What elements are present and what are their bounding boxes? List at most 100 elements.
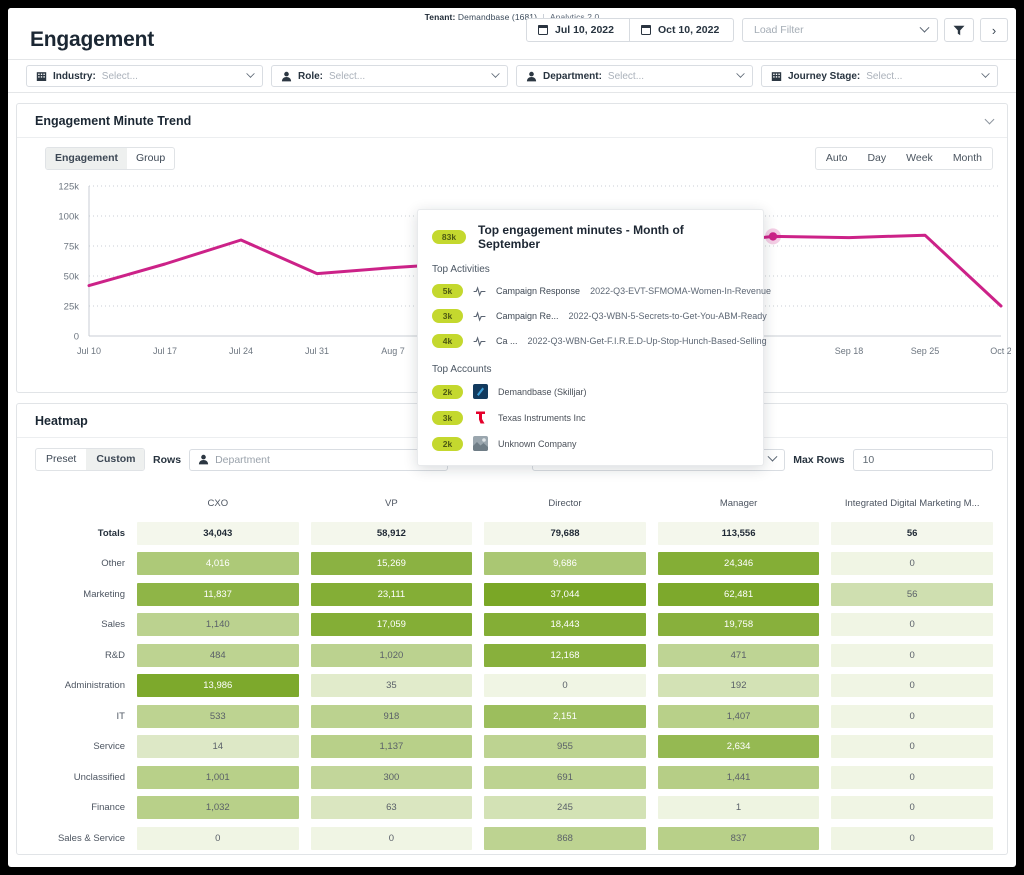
tooltip-total-pill: 83k: [432, 230, 466, 244]
tooltip-activity-row[interactable]: 4k Ca ... 2022-Q3-WBN-Get-F.I.R.E.D-Up-S…: [432, 334, 749, 348]
activity-name: Campaign Response: [496, 286, 580, 296]
heatmap-cell[interactable]: 533: [137, 705, 299, 728]
heatmap-cell[interactable]: 35: [311, 674, 473, 697]
tab-day[interactable]: Day: [857, 148, 896, 169]
heatmap-cell[interactable]: 24,346: [658, 552, 820, 575]
rows-select[interactable]: Department: [189, 449, 448, 471]
collapse-chevron-icon[interactable]: [985, 115, 995, 125]
heatmap-cell[interactable]: 0: [831, 552, 993, 575]
heatmap-row-label: Totals: [27, 528, 137, 539]
heatmap-cell[interactable]: 918: [311, 705, 473, 728]
heatmap-total-cell[interactable]: 34,043: [137, 522, 299, 545]
tab-group[interactable]: Group: [127, 148, 174, 169]
filter-department[interactable]: Department: Select...: [516, 65, 753, 87]
heatmap-cell[interactable]: 13,986: [137, 674, 299, 697]
trend-card-header: Engagement Minute Trend: [17, 104, 1007, 138]
tab-month[interactable]: Month: [943, 148, 992, 169]
heatmap-cell[interactable]: 12,168: [484, 644, 646, 667]
heatmap-header-row: CXOVPDirectorManagerIntegrated Digital M…: [27, 480, 993, 518]
heatmap-cell[interactable]: 471: [658, 644, 820, 667]
svg-text:Sep 18: Sep 18: [835, 346, 864, 356]
heatmap-cell[interactable]: 0: [831, 705, 993, 728]
heatmap-cell[interactable]: 0: [831, 735, 993, 758]
activity-value-pill: 3k: [432, 309, 463, 323]
heatmap-cell[interactable]: 63: [311, 796, 473, 819]
heatmap-cell[interactable]: 0: [311, 827, 473, 850]
heatmap-cell[interactable]: 955: [484, 735, 646, 758]
tab-preset[interactable]: Preset: [36, 449, 86, 470]
tab-engagement[interactable]: Engagement: [46, 148, 127, 169]
heatmap-cell[interactable]: 1,020: [311, 644, 473, 667]
heatmap-cell[interactable]: 14: [137, 735, 299, 758]
heatmap-cell[interactable]: 2,634: [658, 735, 820, 758]
heatmap-cell[interactable]: 1: [658, 796, 820, 819]
heatmap-cell[interactable]: 15,269: [311, 552, 473, 575]
heatmap-total-cell[interactable]: 58,912: [311, 522, 473, 545]
tooltip-activity-row[interactable]: 3k Campaign Re... 2022-Q3-WBN-5-Secrets-…: [432, 309, 749, 323]
heatmap-cell[interactable]: 1,032: [137, 796, 299, 819]
heatmap-cell[interactable]: 1,407: [658, 705, 820, 728]
filter-button[interactable]: [944, 18, 974, 42]
heatmap-cell[interactable]: 484: [137, 644, 299, 667]
person-icon: [198, 454, 209, 465]
heatmap-cell[interactable]: 0: [484, 674, 646, 697]
tooltip-activity-row[interactable]: 5k Campaign Response 2022-Q3-EVT-SFMOMA-…: [432, 284, 749, 298]
activity-name: Campaign Re...: [496, 311, 559, 321]
heatmap-cell[interactable]: 0: [831, 644, 993, 667]
heatmap-cell[interactable]: 56: [831, 583, 993, 606]
heatmap-cell[interactable]: 0: [831, 613, 993, 636]
end-date-button[interactable]: Oct 10, 2022: [630, 18, 734, 42]
filter-role[interactable]: Role: Select...: [271, 65, 508, 87]
heatmap-cell[interactable]: 245: [484, 796, 646, 819]
heatmap-cell[interactable]: 300: [311, 766, 473, 789]
heatmap-cell[interactable]: 1,140: [137, 613, 299, 636]
heatmap-row-label: Marketing: [27, 589, 137, 600]
rows-label: Rows: [153, 454, 181, 466]
heatmap-row: IT5339182,1511,4070: [27, 701, 993, 732]
page-title: Engagement: [30, 28, 154, 52]
heatmap-cell[interactable]: 837: [658, 827, 820, 850]
load-filter-select[interactable]: Load Filter: [742, 18, 938, 42]
heatmap-cell[interactable]: 23,111: [311, 583, 473, 606]
heatmap-cell[interactable]: 0: [137, 827, 299, 850]
heatmap-cell[interactable]: 0: [831, 796, 993, 819]
tooltip-account-row[interactable]: 3k Texas Instruments Inc: [432, 410, 749, 425]
tooltip-account-row[interactable]: 2k Unknown Company: [432, 436, 749, 451]
heatmap-cell[interactable]: 37,044: [484, 583, 646, 606]
heatmap-cell[interactable]: 2,151: [484, 705, 646, 728]
chevron-down-icon: [768, 452, 778, 462]
heatmap-cell[interactable]: 1,441: [658, 766, 820, 789]
heatmap-cell[interactable]: 9,686: [484, 552, 646, 575]
heatmap-cell[interactable]: 4,016: [137, 552, 299, 575]
heatmap-cell[interactable]: 62,481: [658, 583, 820, 606]
heatmap-total-cell[interactable]: 113,556: [658, 522, 820, 545]
heatmap-cell[interactable]: 0: [831, 827, 993, 850]
start-date-button[interactable]: Jul 10, 2022: [526, 18, 630, 42]
heatmap-cell[interactable]: 868: [484, 827, 646, 850]
rows-value: Department: [215, 454, 270, 466]
next-button[interactable]: ›: [980, 18, 1008, 42]
heatmap-row-label: Sales & Service: [27, 833, 137, 844]
heatmap-cell[interactable]: 1,001: [137, 766, 299, 789]
tab-week[interactable]: Week: [896, 148, 943, 169]
trend-card-title: Engagement Minute Trend: [35, 114, 191, 128]
chevron-down-icon: [981, 69, 989, 77]
heatmap-cell[interactable]: 0: [831, 674, 993, 697]
tooltip-account-row[interactable]: 2k Demandbase (Skilljar): [432, 384, 749, 399]
tab-custom[interactable]: Custom: [86, 449, 145, 470]
heatmap-total-cell[interactable]: 79,688: [484, 522, 646, 545]
heatmap-total-cell[interactable]: 56: [831, 522, 993, 545]
engagement-minute-trend-card: Engagement Minute Trend Engagement Group…: [16, 103, 1008, 393]
heatmap-cell[interactable]: 1,137: [311, 735, 473, 758]
heatmap-cell[interactable]: 19,758: [658, 613, 820, 636]
max-rows-input[interactable]: 10: [853, 449, 993, 471]
filter-industry[interactable]: Industry: Select...: [26, 65, 263, 87]
heatmap-cell[interactable]: 0: [831, 766, 993, 789]
heatmap-cell[interactable]: 18,443: [484, 613, 646, 636]
heatmap-cell[interactable]: 17,059: [311, 613, 473, 636]
heatmap-cell[interactable]: 691: [484, 766, 646, 789]
tab-auto[interactable]: Auto: [816, 148, 858, 169]
heatmap-cell[interactable]: 11,837: [137, 583, 299, 606]
heatmap-cell[interactable]: 192: [658, 674, 820, 697]
filter-journey-stage[interactable]: Journey Stage: Select...: [761, 65, 998, 87]
